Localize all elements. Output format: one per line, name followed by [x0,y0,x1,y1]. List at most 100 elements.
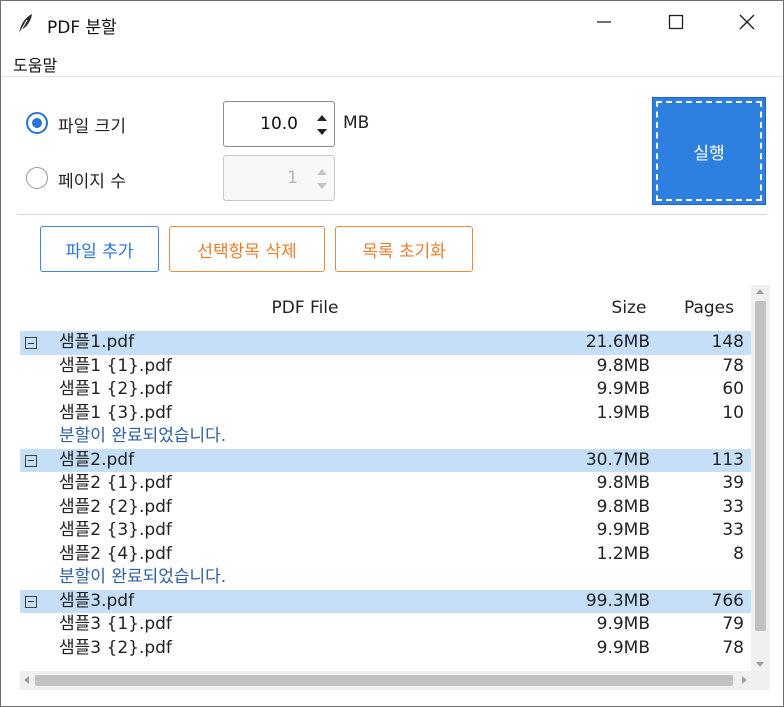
run-button-label: 실행 [693,143,725,164]
run-button[interactable]: 실행 [652,97,766,205]
scroll-down-icon[interactable] [756,662,764,667]
file-tree[interactable]: PDF File Size Pages 샘플1.pdf 21.6MB 148 샘… [20,285,770,691]
row-size: 9.9MB [596,614,650,634]
row-name: 샘플1.pdf [59,332,135,352]
scroll-up-icon[interactable] [756,289,764,294]
maximize-button[interactable] [641,1,711,47]
row-pages: 78 [722,355,744,376]
row-size: 1.2MB [596,543,650,564]
tree-row[interactable]: 샘플3 {1}.pdf 9.9MB 79 [20,613,751,637]
tree-rows: 샘플1.pdf 21.6MB 148 샘플1 {1}.pdf 9.8MB 78 … [20,331,751,660]
tree-row[interactable]: 샘플1 {3}.pdf 1.9MB 10 [20,402,751,426]
tree-row[interactable]: 샘플3 {2}.pdf 9.9MB 78 [20,637,751,661]
pages-value[interactable]: 1 [287,168,298,188]
row-size: 21.6MB [585,332,650,352]
row-size: 9.9MB [596,520,650,540]
tree-header: PDF File Size Pages [20,285,748,331]
maximize-icon [668,14,684,34]
row-pages: 60 [722,379,744,399]
row-name: 샘플1 {1}.pdf [59,355,172,376]
row-size: 9.8MB [596,473,650,493]
vertical-scroll-thumb[interactable] [755,301,766,631]
reset-list-label: 목록 초기화 [362,241,446,262]
row-name: 샘플3 {2}.pdf [59,637,172,658]
tree-row[interactable]: 샘플2 {4}.pdf 1.2MB 8 [20,543,751,567]
row-name: 샘플2.pdf [59,449,135,470]
row-size: 9.9MB [596,379,650,399]
scrollbar-corner [751,671,770,690]
app-window: PDF 분할 도움말 파일 크기 10.0 MB 페이지 수 1 실행 파일 추… [0,0,784,707]
row-status-text: 분할이 완료되었습니다. [59,567,227,587]
file-size-label: 파일 크기 [58,117,126,137]
column-header-size[interactable]: Size [590,298,668,318]
delete-selected-button[interactable]: 선택항목 삭제 [169,226,325,272]
row-status-text: 분할이 완료되었습니다. [59,426,227,446]
tree-row[interactable]: 샘플2.pdf 30.7MB 113 [20,448,751,472]
title-bar: PDF 분할 [1,1,783,47]
file-size-value[interactable]: 10.0 [260,114,298,134]
row-pages: 78 [722,637,744,658]
horizontal-scroll-thumb[interactable] [35,675,733,686]
reset-list-button[interactable]: 목록 초기화 [335,226,473,272]
tree-row-status[interactable]: 분할이 완료되었습니다. [20,425,751,449]
row-name: 샘플2 {2}.pdf [59,496,172,517]
row-pages: 79 [722,614,744,634]
scroll-right-icon[interactable] [742,676,747,684]
row-name: 샘플1 {3}.pdf [59,402,172,423]
column-header-pages[interactable]: Pages [670,298,748,318]
row-pages: 8 [733,543,744,564]
tree-row-status[interactable]: 분할이 완료되었습니다. [20,566,751,590]
minimize-button[interactable] [569,1,639,47]
window-title: PDF 분할 [47,18,117,38]
row-name: 샘플2 {4}.pdf [59,543,172,564]
tree-row[interactable]: 샘플2 {1}.pdf 9.8MB 39 [20,472,751,496]
collapse-box-icon[interactable] [25,454,37,467]
file-size-unit: MB [343,113,370,133]
divider [17,214,767,215]
vertical-scrollbar[interactable] [751,285,770,671]
feather-icon [15,12,35,36]
row-name: 샘플3.pdf [59,590,135,611]
row-size: 30.7MB [585,449,650,470]
spin-arrows-icon[interactable] [314,162,330,196]
tree-row[interactable]: 샘플2 {2}.pdf 9.8MB 33 [20,496,751,520]
row-pages: 39 [722,473,744,493]
tree-row[interactable]: 샘플1 {2}.pdf 9.9MB 60 [20,378,751,402]
row-name: 샘플2 {1}.pdf [59,473,172,493]
row-pages: 113 [711,449,744,470]
minimize-icon [596,14,612,34]
column-header-file[interactable]: PDF File [20,298,590,318]
pages-spinbox[interactable]: 1 [223,155,335,201]
row-pages: 10 [722,402,744,423]
delete-selected-label: 선택항목 삭제 [197,241,297,262]
pages-label: 페이지 수 [58,172,126,192]
close-icon [739,14,755,34]
pages-radio[interactable] [26,167,48,189]
row-pages: 33 [722,496,744,517]
tree-row[interactable]: 샘플1.pdf 21.6MB 148 [20,331,751,355]
tree-row[interactable]: 샘플2 {3}.pdf 9.9MB 33 [20,519,751,543]
tree-row[interactable]: 샘플1 {1}.pdf 9.8MB 78 [20,355,751,379]
row-pages: 33 [722,520,744,540]
spin-arrows-icon[interactable] [314,108,330,142]
add-file-label: 파일 추가 [65,241,134,262]
row-size: 99.3MB [585,590,650,611]
scroll-left-icon[interactable] [24,676,29,684]
menu-help[interactable]: 도움말 [13,52,57,76]
row-pages: 766 [711,590,744,611]
row-name: 샘플3 {1}.pdf [59,614,172,634]
menu-bar: 도움말 [1,47,783,77]
row-name: 샘플2 {3}.pdf [59,520,172,540]
file-size-spinbox[interactable]: 10.0 [223,101,335,147]
collapse-box-icon[interactable] [25,337,37,349]
tree-row[interactable]: 샘플3.pdf 99.3MB 766 [20,589,751,613]
row-pages: 148 [711,332,744,352]
add-file-button[interactable]: 파일 추가 [40,226,159,272]
row-size: 9.9MB [596,637,650,658]
file-size-radio[interactable] [26,112,48,134]
collapse-box-icon[interactable] [25,595,37,608]
close-button[interactable] [712,1,782,47]
row-size: 9.8MB [596,496,650,517]
horizontal-scrollbar[interactable] [20,671,751,690]
row-size: 1.9MB [596,402,650,423]
